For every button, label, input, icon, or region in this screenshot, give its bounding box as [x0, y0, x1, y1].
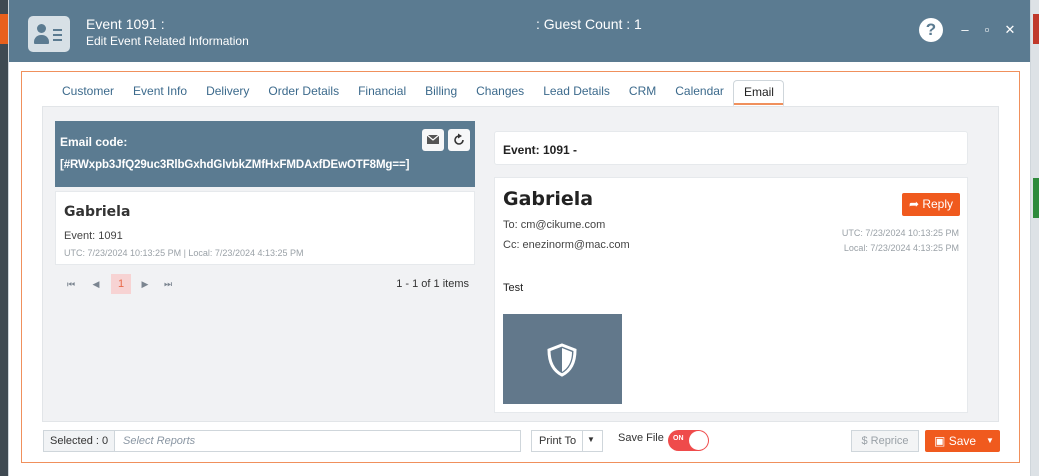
message-view: Gabriela To: cm@cikume.com Cc: enezinorm…: [494, 177, 968, 413]
close-button[interactable]: ✕: [1003, 22, 1017, 38]
message-event-title: Event: 1091 -: [503, 143, 578, 157]
background-accent-right: [1033, 14, 1039, 44]
image-placeholder[interactable]: [503, 314, 622, 404]
email-code-header: Email code: [#RWxpb3JfQ29uc3RlbGxhdGlvbk…: [55, 121, 475, 187]
floppy-icon: ▣: [934, 434, 946, 448]
save-text: Save: [948, 434, 977, 448]
save-caret-icon[interactable]: ▼: [986, 436, 994, 445]
message-utc-time: UTC: 7/23/2024 10:13:25 PM: [841, 228, 959, 238]
save-file-label: Save File: [618, 432, 664, 444]
tab-crm[interactable]: CRM: [619, 80, 665, 106]
select-reports-placeholder: Select Reports: [123, 435, 196, 447]
tab-event-info[interactable]: Event Info: [123, 80, 196, 106]
tab-billing[interactable]: Billing: [415, 80, 466, 106]
tab-email[interactable]: Email: [732, 80, 784, 106]
pager-info: 1 - 1 of 1 items: [396, 278, 469, 290]
list-item[interactable]: Gabriela Event: 1091 UTC: 7/23/2024 10:1…: [55, 191, 475, 265]
message-cc: Cc: enezinorm@mac.com: [503, 239, 630, 251]
background-accent-green: [1033, 178, 1039, 218]
list-item-event: Event: 1091: [64, 230, 123, 242]
tab-bar: Customer Event Info Delivery Order Detai…: [52, 80, 784, 106]
tab-customer[interactable]: Customer: [52, 80, 123, 106]
reprice-button[interactable]: $ Reprice: [851, 430, 919, 452]
message-to: To: cm@cikume.com: [503, 219, 606, 231]
message-body: Test: [503, 282, 524, 294]
page-number[interactable]: 1: [111, 274, 131, 294]
dialog-title: Event 1091 :: [86, 16, 165, 32]
edit-event-dialog: Event 1091 : Edit Event Related Informat…: [8, 0, 1031, 476]
selected-count: Selected : 0: [44, 431, 116, 451]
toggle-state: ON: [673, 435, 684, 442]
prev-page-icon[interactable]: ◀: [86, 274, 106, 294]
email-code-value: [#RWxpb3JfQ29uc3RlbGxhdGlvbkZMfHxFMDAxfD…: [60, 159, 410, 171]
dialog-body: Customer Event Info Delivery Order Detai…: [21, 71, 1020, 463]
message-event-header: Event: 1091 -: [494, 131, 968, 165]
message-local-time: Local: 7/23/2024 4:13:25 PM: [843, 243, 959, 253]
print-to-button[interactable]: Print To ▼: [531, 430, 603, 452]
refresh-button[interactable]: [448, 129, 470, 151]
tab-financial[interactable]: Financial: [348, 80, 415, 106]
envelope-icon: [426, 134, 440, 144]
guest-count: : Guest Count : 1: [536, 16, 642, 32]
dialog-subtitle: Edit Event Related Information: [86, 34, 249, 48]
report-selector[interactable]: Selected : 0 Select Reports: [43, 430, 521, 452]
list-item-sender: Gabriela: [64, 204, 131, 220]
list-item-timestamp: UTC: 7/23/2024 10:13:25 PM | Local: 7/23…: [64, 248, 304, 258]
email-code-label: Email code:: [60, 135, 128, 149]
tab-calendar[interactable]: Calendar: [665, 80, 733, 106]
dialog-titlebar: Event 1091 : Edit Event Related Informat…: [9, 0, 1030, 62]
save-file-toggle[interactable]: ON: [668, 430, 709, 451]
background-app-strip: [0, 0, 8, 476]
reply-button[interactable]: ➦ Reply: [902, 193, 960, 216]
message-sender: Gabriela: [503, 188, 594, 210]
caret-down-icon[interactable]: ▼: [587, 435, 595, 444]
print-to-label: Print To: [539, 435, 577, 447]
last-page-icon[interactable]: ⏭: [158, 274, 178, 294]
shield-icon: [547, 343, 577, 377]
background-accent: [0, 14, 8, 44]
minimize-button[interactable]: –: [958, 22, 972, 38]
next-page-icon[interactable]: ▶: [135, 274, 155, 294]
email-tab-content: Email code: [#RWxpb3JfQ29uc3RlbGxhdGlvbk…: [42, 106, 999, 422]
user-card-icon: [28, 16, 70, 52]
refresh-icon: [454, 133, 464, 145]
tab-changes[interactable]: Changes: [466, 80, 533, 106]
compose-email-button[interactable]: [422, 129, 444, 151]
first-page-icon[interactable]: ⏮: [61, 274, 81, 294]
dialog-footer: Selected : 0 Select Reports Print To ▼ S…: [22, 430, 1019, 454]
tab-delivery[interactable]: Delivery: [196, 80, 258, 106]
save-button[interactable]: ▣ Save ▼: [925, 430, 1000, 452]
help-icon[interactable]: ?: [919, 18, 943, 42]
tab-lead-details[interactable]: Lead Details: [533, 80, 619, 106]
tab-order-details[interactable]: Order Details: [258, 80, 348, 106]
maximize-button[interactable]: ▫: [980, 22, 994, 38]
pager: ⏮ ◀ 1 ▶ ⏭ 1 - 1 of 1 items: [55, 271, 475, 297]
save-label: ▣ Save: [934, 434, 976, 448]
